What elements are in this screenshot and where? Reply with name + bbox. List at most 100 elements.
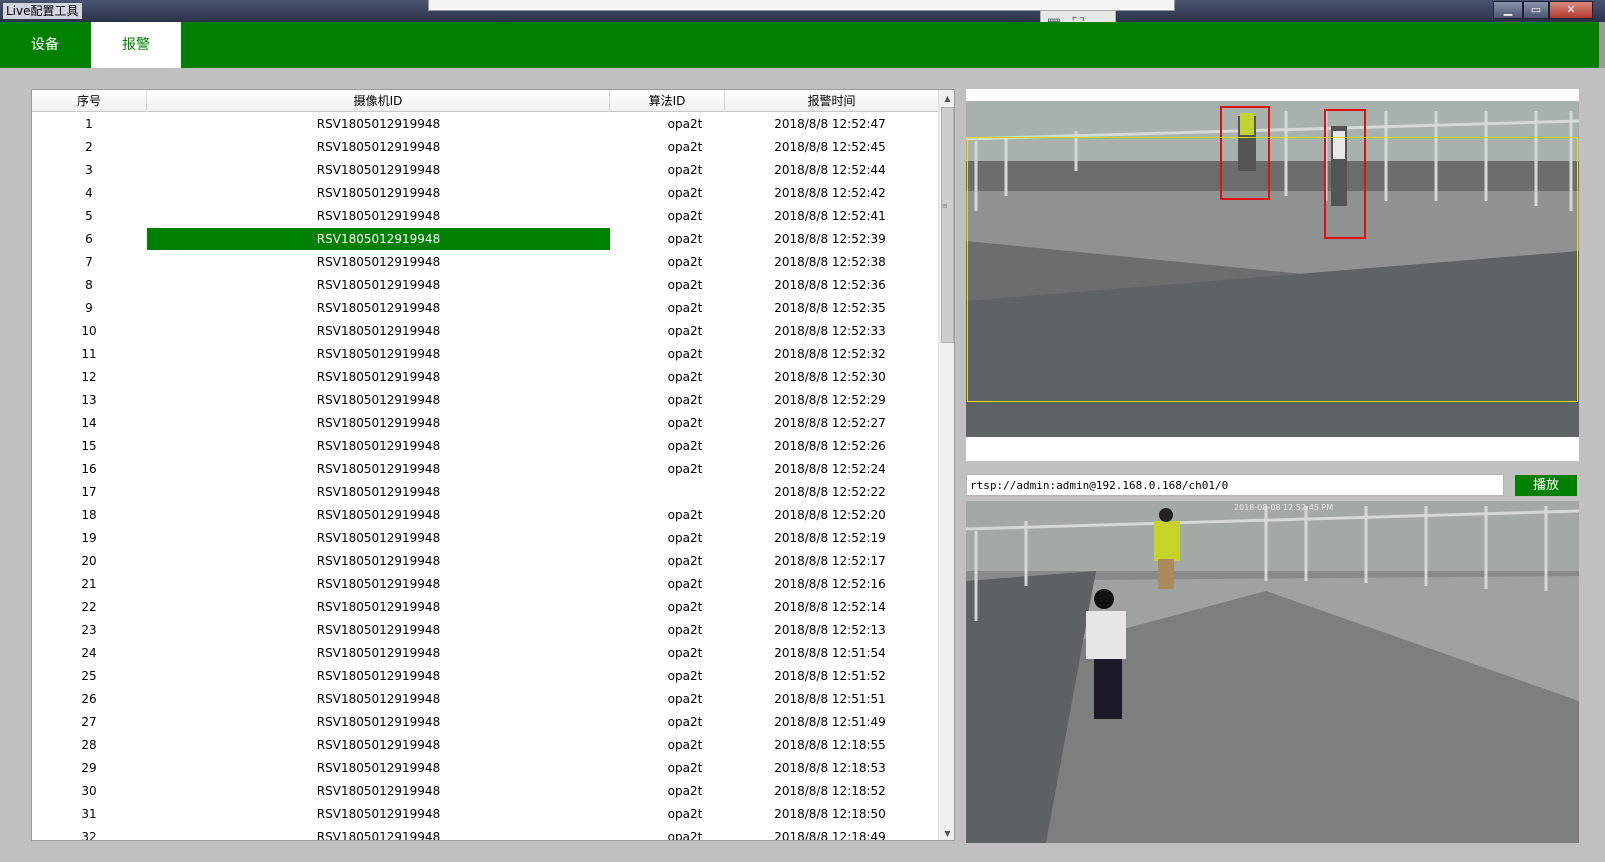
table-row[interactable]: 10 RSV1805012919948 opa2t 2018/8/8 12:52:33 [32,320,938,343]
table-row[interactable]: 22 RSV1805012919948 opa2t 2018/8/8 12:52:14 [32,596,938,619]
cell-algo-id: opa2t [667,830,703,841]
cell-algo-id: opa2t [667,669,703,683]
scrollbar-thumb[interactable] [941,107,954,343]
video-timestamp: 2018-08-08 12:52:45 PM [1234,503,1334,512]
cell-index: 21 [81,577,97,591]
maximize-button[interactable]: ▭ [1523,1,1549,19]
table-row[interactable]: 2 RSV1805012919948 opa2t 2018/8/8 12:52:45 [32,136,938,159]
table-row[interactable]: 9 RSV1805012919948 opa2t 2018/8/8 12:52:35 [32,297,938,320]
table-row[interactable]: 1 RSV1805012919948 opa2t 2018/8/8 12:52:47 [32,113,938,136]
cell-alarm-time: 2018/8/8 12:52:14 [774,600,886,614]
table-row[interactable]: 11 RSV1805012919948 opa2t 2018/8/8 12:52:32 [32,343,938,366]
cell-camera-id: RSV1805012919948 [316,508,441,522]
table-row[interactable]: 21 RSV1805012919948 opa2t 2018/8/8 12:52:16 [32,573,938,596]
table-row[interactable]: 13 RSV1805012919948 opa2t 2018/8/8 12:52:29 [32,389,938,412]
cell-camera-id: RSV1805012919948 [316,416,441,430]
table-row[interactable]: 31 RSV1805012919948 opa2t 2018/8/8 12:18:50 [32,803,938,826]
cell-alarm-time: 2018/8/8 12:52:35 [774,301,886,315]
cell-camera-id: RSV1805012919948 [316,761,441,775]
scroll-up-icon[interactable]: ▲ [939,90,954,107]
table-row[interactable]: 32 RSV1805012919948 opa2t 2018/8/8 12:18:49 [32,826,938,841]
cell-algo-id: opa2t [667,278,703,292]
cell-alarm-time: 2018/8/8 12:52:17 [774,554,886,568]
table-row[interactable]: 7 RSV1805012919948 opa2t 2018/8/8 12:52:38 [32,251,938,274]
column-header-algo[interactable]: 算法ID [610,90,725,112]
table-row[interactable]: 16 RSV1805012919948 opa2t 2018/8/8 12:52:24 [32,458,938,481]
cell-alarm-time: 2018/8/8 12:52:41 [774,209,886,223]
cell-alarm-time: 2018/8/8 12:51:51 [774,692,886,706]
cell-algo-id: opa2t [667,761,703,775]
cell-alarm-time: 2018/8/8 12:52:30 [774,370,886,384]
cell-alarm-time: 2018/8/8 12:52:39 [774,232,886,246]
grip-icon: ≡ [942,202,948,210]
cell-index: 23 [81,623,97,637]
table-row[interactable]: 8 RSV1805012919948 opa2t 2018/8/8 12:52:36 [32,274,938,297]
cell-index: 8 [85,278,93,292]
table-row[interactable]: 19 RSV1805012919948 opa2t 2018/8/8 12:52:19 [32,527,938,550]
table-row[interactable]: 26 RSV1805012919948 opa2t 2018/8/8 12:51:51 [32,688,938,711]
cell-algo-id: opa2t [667,416,703,430]
cell-camera-id: RSV1805012919948 [316,301,441,315]
table-row[interactable]: 17 RSV1805012919948 2018/8/8 12:52:22 [32,481,938,504]
cell-alarm-time: 2018/8/8 12:52:29 [774,393,886,407]
minimize-button[interactable]: ▁ [1493,1,1523,19]
table-row[interactable]: 18 RSV1805012919948 opa2t 2018/8/8 12:52:20 [32,504,938,527]
cell-algo-id: opa2t [667,140,703,154]
window-title: Live配置工具 [3,3,82,19]
tab-devices[interactable]: 设备 [0,22,90,68]
table-row[interactable]: 4 RSV1805012919948 opa2t 2018/8/8 12:52:42 [32,182,938,205]
cell-algo-id: opa2t [667,715,703,729]
cell-alarm-time: 2018/8/8 12:52:20 [774,508,886,522]
table-row[interactable]: 28 RSV1805012919948 opa2t 2018/8/8 12:18:55 [32,734,938,757]
play-button[interactable]: 播放 [1515,475,1577,496]
cell-alarm-time: 2018/8/8 12:52:19 [774,531,886,545]
cell-algo-id: opa2t [667,347,703,361]
column-header-camera[interactable]: 摄像机ID [147,90,610,112]
cell-camera-id: RSV1805012919948 [316,186,441,200]
table-row[interactable]: 12 RSV1805012919948 opa2t 2018/8/8 12:52:30 [32,366,938,389]
table-row[interactable]: 23 RSV1805012919948 opa2t 2018/8/8 12:52:13 [32,619,938,642]
cell-alarm-time: 2018/8/8 12:52:13 [774,623,886,637]
table-row[interactable]: 5 RSV1805012919948 opa2t 2018/8/8 12:52:41 [32,205,938,228]
table-row[interactable]: 3 RSV1805012919948 opa2t 2018/8/8 12:52:44 [32,159,938,182]
table-row[interactable]: 6 RSV1805012919948 opa2t 2018/8/8 12:52:39 [32,228,938,251]
table-row[interactable]: 25 RSV1805012919948 opa2t 2018/8/8 12:51:52 [32,665,938,688]
cell-index: 31 [81,807,97,821]
close-button[interactable]: ✕ [1549,1,1593,19]
cell-camera-id: RSV1805012919948 [316,646,441,660]
cell-alarm-time: 2018/8/8 12:52:47 [774,117,886,131]
cell-index: 26 [81,692,97,706]
cell-alarm-time: 2018/8/8 12:52:33 [774,324,886,338]
column-header-time[interactable]: 报警时间 [725,90,938,112]
column-header-index[interactable]: 序号 [32,90,147,112]
table-row[interactable]: 15 RSV1805012919948 opa2t 2018/8/8 12:52:26 [32,435,938,458]
cell-camera-id: RSV1805012919948 [316,255,441,269]
cell-index: 1 [85,117,93,131]
cell-index: 17 [81,485,97,499]
vertical-scrollbar[interactable]: ▲ ≡ ▼ [938,90,954,840]
cell-algo-id: opa2t [667,462,703,476]
cell-alarm-time: 2018/8/8 12:52:24 [774,462,886,476]
cell-index: 2 [85,140,93,154]
cell-camera-id: RSV1805012919948 [316,117,441,131]
cell-alarm-time: 2018/8/8 12:52:36 [774,278,886,292]
cell-alarm-time: 2018/8/8 12:51:52 [774,669,886,683]
cell-index: 9 [85,301,93,315]
table-row[interactable]: 20 RSV1805012919948 opa2t 2018/8/8 12:52:17 [32,550,938,573]
cell-camera-id: RSV1805012919948 [316,462,441,476]
table-row[interactable]: 27 RSV1805012919948 opa2t 2018/8/8 12:51:49 [32,711,938,734]
stream-url-input[interactable] [966,474,1504,496]
cell-alarm-time: 2018/8/8 12:52:26 [774,439,886,453]
cell-camera-id: RSV1805012919948 [316,324,441,338]
table-row[interactable]: 14 RSV1805012919948 opa2t 2018/8/8 12:52:27 [32,412,938,435]
tab-alarms[interactable]: 报警 [91,22,181,68]
cell-algo-id: opa2t [667,232,703,246]
scroll-down-icon[interactable]: ▼ [939,825,954,840]
table-row[interactable]: 29 RSV1805012919948 opa2t 2018/8/8 12:18:53 [32,757,938,780]
cell-algo-id: opa2t [667,117,703,131]
table-body: 1 RSV1805012919948 opa2t 2018/8/8 12:52:47 2… [32,113,938,841]
cell-camera-id: RSV1805012919948 [147,228,610,250]
cell-alarm-time: 2018/8/8 12:18:52 [774,784,886,798]
table-row[interactable]: 30 RSV1805012919948 opa2t 2018/8/8 12:18:52 [32,780,938,803]
table-row[interactable]: 24 RSV1805012919948 opa2t 2018/8/8 12:51:54 [32,642,938,665]
